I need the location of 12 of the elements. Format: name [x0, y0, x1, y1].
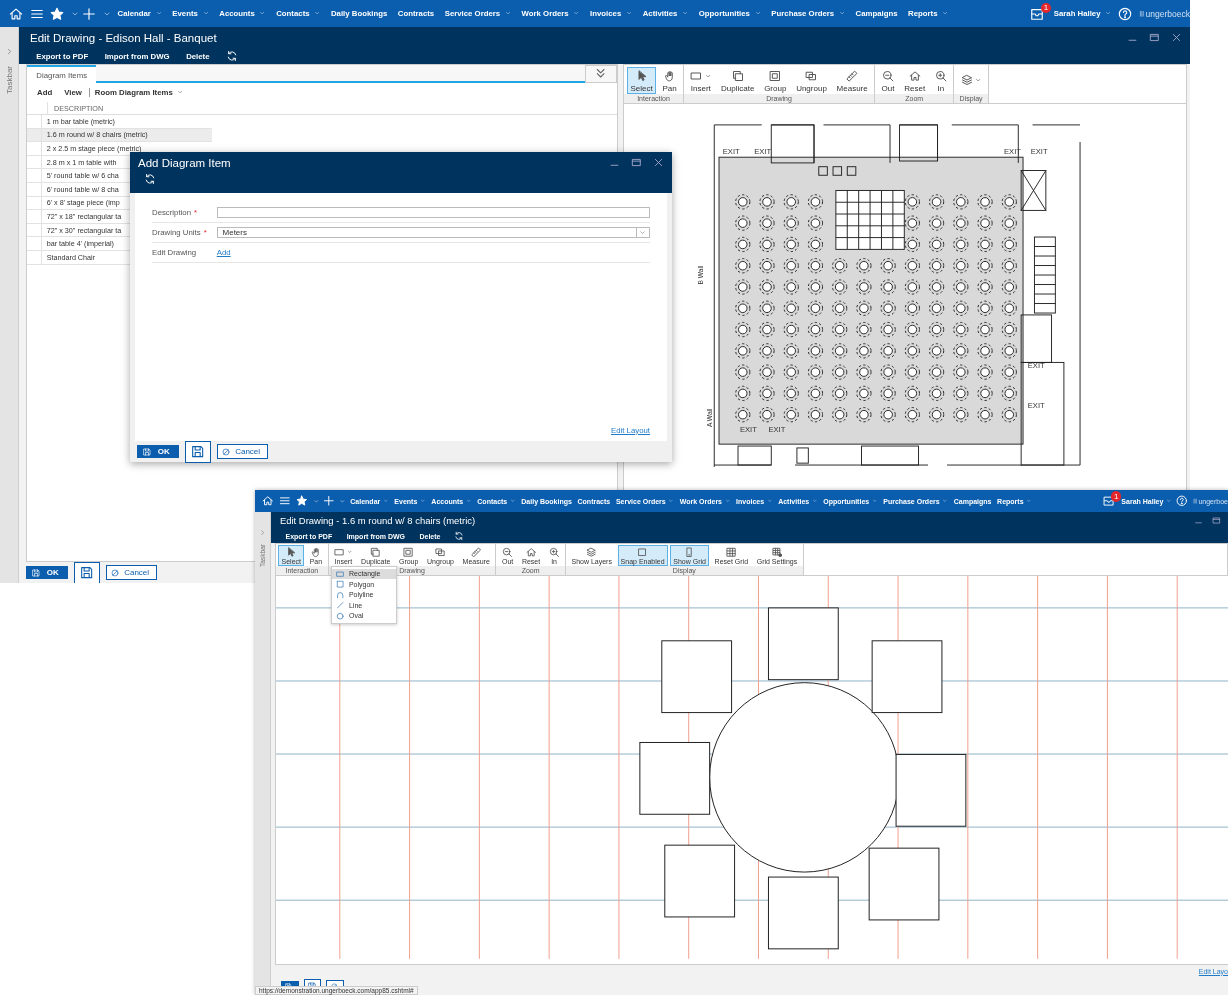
exit-label: EXIT: [1027, 361, 1045, 371]
exit-label: EXIT: [1027, 401, 1045, 411]
exit-label: EXIT: [739, 424, 757, 434]
exit-label: EXIT: [1030, 147, 1048, 157]
notification-badge: 1: [1040, 2, 1052, 13]
notification-badge: 1: [1111, 491, 1122, 502]
exit-label: EXIT: [754, 147, 772, 157]
window-title: Edit Drawing - 1.6 m round w/ 8 chairs (metric): [279, 515, 476, 527]
exit-label: EXIT: [722, 147, 740, 157]
exit-label: EXIT: [768, 424, 786, 434]
brand-name: ungerboeck: [1145, 8, 1190, 19]
window-title: Edit Drawing - Edison Hall - Banquet: [30, 31, 217, 44]
